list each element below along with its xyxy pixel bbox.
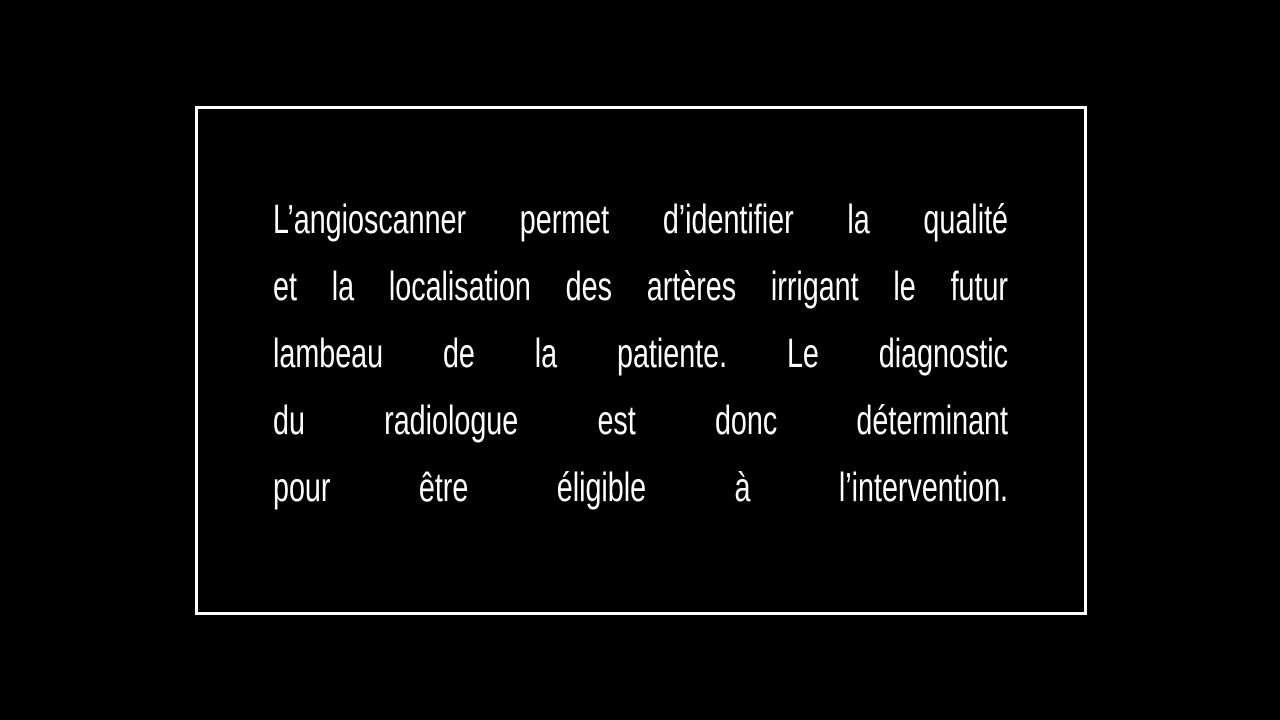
text-line: L’angioscanner permet d’identifier la qu… [273, 196, 1008, 242]
text-line: pour être éligible à l’intervention. [273, 464, 1008, 510]
text-line: lambeau de la patiente. Le diagnostic [273, 330, 1008, 376]
text-line: et la localisation des artères irrigant … [273, 263, 1008, 309]
text-line: du radiologue est donc déterminant [273, 397, 1008, 443]
card-text: L’angioscanner permet d’identifier la qu… [273, 186, 1008, 521]
